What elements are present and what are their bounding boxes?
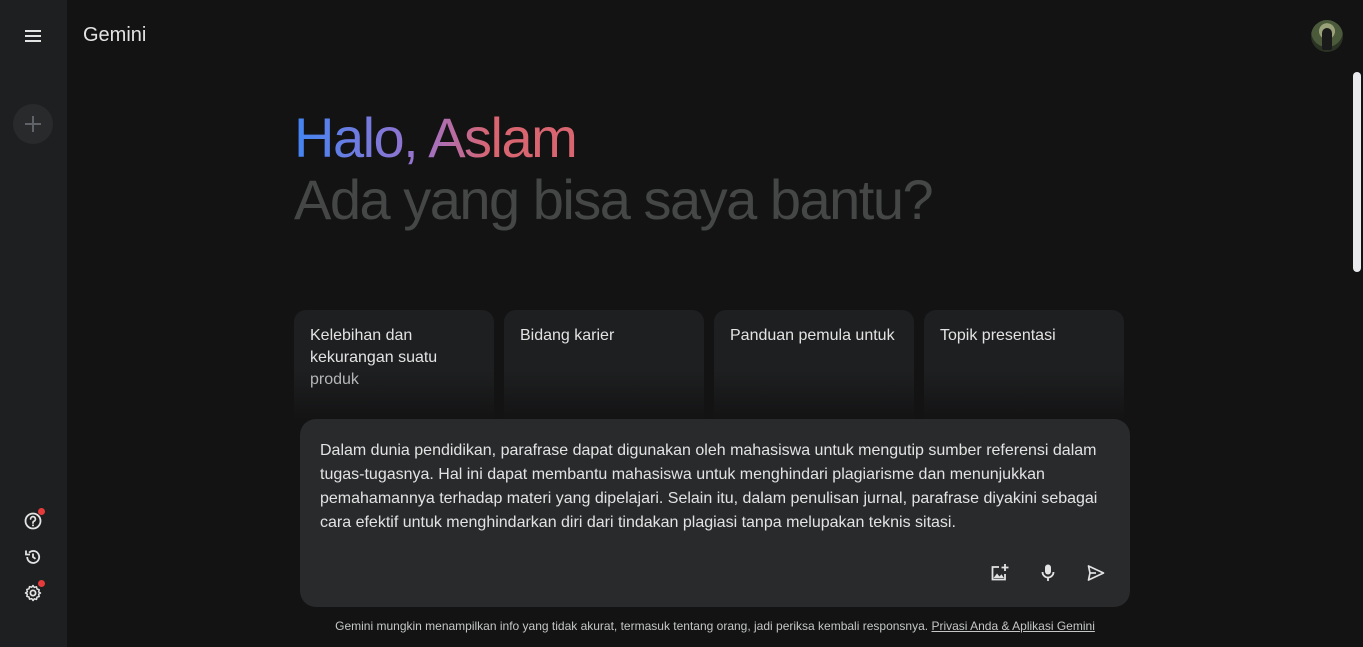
suggestion-card[interactable]: Topik presentasi xyxy=(924,310,1124,420)
add-image-icon xyxy=(990,563,1010,583)
settings-notification-badge xyxy=(38,580,45,587)
microphone-button[interactable] xyxy=(1028,553,1068,593)
settings-button[interactable] xyxy=(17,577,49,609)
prompt-actions xyxy=(980,553,1116,593)
greeting-subtitle: Ada yang bisa saya bantu? xyxy=(294,168,934,231)
help-button[interactable] xyxy=(17,505,49,537)
main-menu-button[interactable] xyxy=(13,16,53,56)
send-button[interactable] xyxy=(1076,553,1116,593)
suggestion-card-text: Kelebihan dan kekurangan suatu produk xyxy=(310,325,478,391)
footer-disclaimer: Gemini mungkin menampilkan info yang tid… xyxy=(300,619,1130,633)
avatar[interactable] xyxy=(1311,20,1343,52)
suggestion-card[interactable]: Panduan pemula untuk xyxy=(714,310,914,420)
disclaimer-text: Gemini mungkin menampilkan info yang tid… xyxy=(335,619,929,633)
suggestion-card-line: Topik presentasi xyxy=(940,327,1056,344)
scrollbar-thumb[interactable] xyxy=(1353,72,1361,272)
activity-button[interactable] xyxy=(17,541,49,573)
send-icon xyxy=(1086,563,1106,583)
scrollbar[interactable] xyxy=(1351,66,1363,647)
suggestion-card[interactable]: Kelebihan dan kekurangan suatu produk xyxy=(294,310,494,420)
greeting-title: Halo, Aslam xyxy=(294,106,578,169)
suggestion-card-faded: produk xyxy=(310,371,359,388)
prompt-input[interactable]: Dalam dunia pendidikan, parafrase dapat … xyxy=(320,439,1120,535)
suggestion-cards: Kelebihan dan kekurangan suatu produk Bi… xyxy=(294,310,1124,420)
sidebar xyxy=(0,0,67,647)
plus-icon xyxy=(25,116,41,132)
prompt-box[interactable]: Dalam dunia pendidikan, parafrase dapat … xyxy=(300,419,1130,607)
suggestion-card[interactable]: Bidang karier xyxy=(504,310,704,420)
upload-image-button[interactable] xyxy=(980,553,1020,593)
help-notification-badge xyxy=(38,508,45,515)
suggestion-card-line: Panduan pemula untuk xyxy=(730,327,895,344)
microphone-icon xyxy=(1038,563,1058,583)
history-icon xyxy=(24,548,42,566)
menu-icon xyxy=(25,30,41,42)
privacy-link[interactable]: Privasi Anda & Aplikasi Gemini xyxy=(931,619,1094,633)
suggestion-card-line: Kelebihan dan kekurangan suatu xyxy=(310,327,438,366)
new-chat-button[interactable] xyxy=(13,104,53,144)
avatar-figure xyxy=(1322,28,1332,50)
suggestion-card-line: Bidang karier xyxy=(520,327,615,344)
app-title[interactable]: Gemini xyxy=(83,24,146,47)
